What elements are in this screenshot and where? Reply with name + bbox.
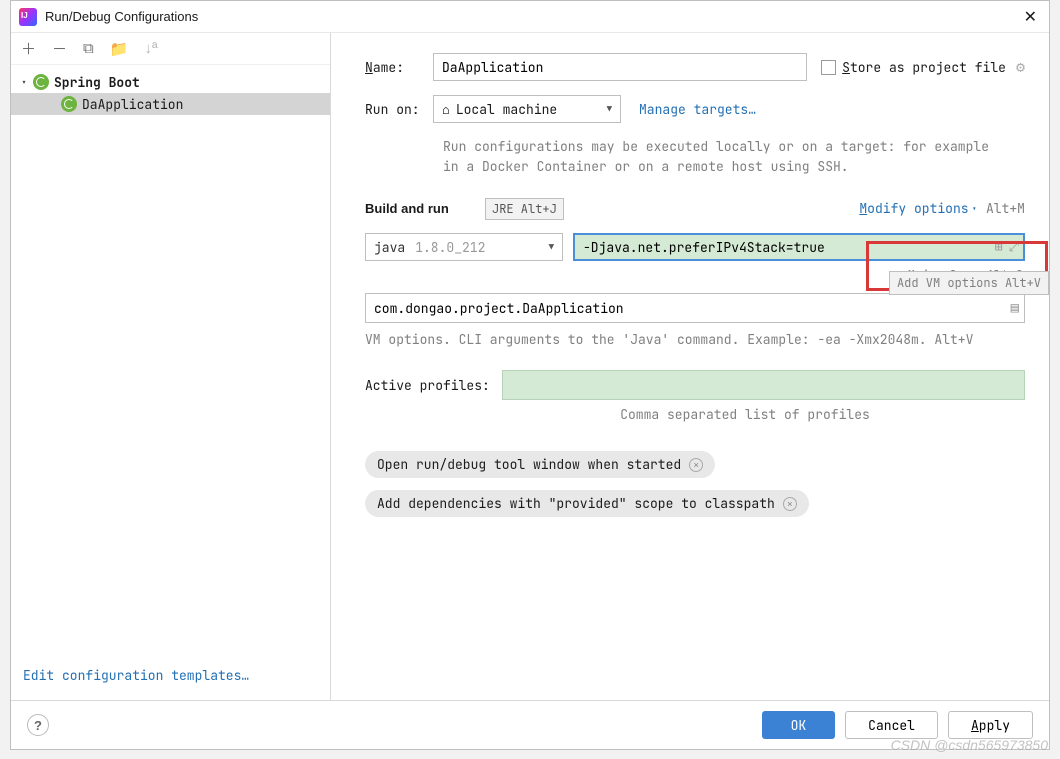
- jdk-version: 1.8.0_212: [415, 239, 485, 256]
- cancel-button[interactable]: Cancel: [845, 711, 938, 739]
- vm-options-input[interactable]: [573, 233, 1025, 261]
- build-run-header: Build and run JRE Alt+J Modify options ▾…: [365, 200, 1025, 217]
- add-vm-options-tooltip: Add VM options Alt+V: [889, 271, 1049, 295]
- chip-remove-icon[interactable]: ✕: [689, 458, 703, 472]
- chevron-down-icon: ▼: [549, 241, 554, 253]
- run-on-hint: Run configurations may be executed local…: [443, 137, 1003, 176]
- vm-options-hint: VM options. CLI arguments to the 'Java' …: [365, 331, 1025, 348]
- main-panel: Name: Store as project file ⚙ Run on: ⌂ …: [331, 33, 1049, 700]
- edit-templates-link[interactable]: Edit configuration templates…: [11, 659, 330, 692]
- dialog-footer: ? OK Cancel Apply: [11, 700, 1049, 749]
- store-as-project-file[interactable]: Store as project file ⚙: [821, 57, 1025, 77]
- copy-icon[interactable]: ⧉: [83, 40, 94, 57]
- chevron-down-icon: ▾: [972, 203, 977, 215]
- name-label: Name:: [365, 59, 433, 76]
- spring-boot-icon: [61, 96, 77, 112]
- jre-tooltip: JRE Alt+J: [485, 198, 564, 220]
- active-profiles-label: Active profiles:: [365, 377, 490, 394]
- run-debug-dialog: Run/Debug Configurations ✕ ＋ － ⧉ 📁 ↓ª ▾ …: [10, 0, 1050, 750]
- tree-group-label: Spring Boot: [54, 74, 140, 91]
- run-on-row: Run on: ⌂ Local machine ▼ Manage targets…: [365, 95, 1025, 123]
- list-icon[interactable]: ▤: [1011, 299, 1019, 317]
- jdk-name: java: [374, 239, 405, 256]
- apply-button[interactable]: Apply: [948, 711, 1033, 739]
- store-label: Store as project file: [842, 59, 1006, 76]
- sort-icon[interactable]: ↓ª: [144, 40, 157, 57]
- ok-button[interactable]: OK: [762, 711, 836, 739]
- sidebar: ＋ － ⧉ 📁 ↓ª ▾ Spring Boot DaApplication E…: [11, 33, 331, 700]
- close-icon[interactable]: ✕: [1020, 7, 1041, 27]
- main-class-input[interactable]: [365, 293, 1025, 323]
- modify-options-link[interactable]: Modify options ▾ Alt+M: [859, 200, 1025, 217]
- active-profiles-row: Active profiles:: [365, 370, 1025, 400]
- home-icon: ⌂: [442, 101, 450, 118]
- name-row: Name: Store as project file ⚙: [365, 53, 1025, 81]
- folder-icon[interactable]: 📁: [110, 40, 129, 58]
- remove-icon[interactable]: －: [52, 38, 67, 59]
- modify-options-label: Modify options: [859, 200, 968, 217]
- fullscreen-icon[interactable]: ⤢: [1009, 238, 1019, 255]
- content-area: ＋ － ⧉ 📁 ↓ª ▾ Spring Boot DaApplication E…: [11, 33, 1049, 700]
- tree-item-label: DaApplication: [82, 96, 183, 113]
- active-profiles-hint: Comma separated list of profiles: [365, 406, 1025, 423]
- sidebar-toolbar: ＋ － ⧉ 📁 ↓ª: [11, 33, 330, 65]
- main-class-wrap: ▤: [365, 293, 1025, 323]
- name-input[interactable]: [433, 53, 807, 81]
- expand-arrow-icon[interactable]: ▾: [21, 76, 33, 89]
- chevron-down-icon: ▼: [607, 103, 612, 115]
- manage-targets-link[interactable]: Manage targets…: [639, 101, 756, 118]
- gear-icon[interactable]: ⚙: [1016, 57, 1025, 77]
- spring-boot-icon: [33, 74, 49, 90]
- build-run-title: Build and run: [365, 201, 449, 216]
- tree-group-spring-boot[interactable]: ▾ Spring Boot: [11, 71, 330, 93]
- config-tree: ▾ Spring Boot DaApplication: [11, 65, 330, 659]
- vm-field-icons: ⊞ ⤢: [995, 238, 1019, 255]
- chip-remove-icon[interactable]: ✕: [783, 497, 797, 511]
- store-checkbox[interactable]: [821, 60, 836, 75]
- chip-label: Add dependencies with "provided" scope t…: [377, 495, 775, 512]
- jdk-dropdown[interactable]: java 1.8.0_212 ▼: [365, 233, 563, 261]
- jdk-vm-row: java 1.8.0_212 ▼ ⊞ ⤢: [365, 233, 1025, 261]
- intellij-icon: [19, 8, 37, 26]
- active-profiles-input[interactable]: [502, 370, 1025, 400]
- run-on-value: Local machine: [456, 101, 557, 118]
- modify-shortcut: Alt+M: [986, 200, 1025, 217]
- expand-icon[interactable]: ⊞: [995, 238, 1003, 255]
- option-chip-provided-scope[interactable]: Add dependencies with "provided" scope t…: [365, 490, 809, 517]
- option-chip-open-tool-window[interactable]: Open run/debug tool window when started …: [365, 451, 715, 478]
- add-icon[interactable]: ＋: [21, 38, 36, 59]
- chip-label: Open run/debug tool window when started: [377, 456, 681, 473]
- window-title: Run/Debug Configurations: [45, 9, 1020, 24]
- run-on-label: Run on:: [365, 101, 433, 118]
- help-icon[interactable]: ?: [27, 714, 49, 736]
- titlebar: Run/Debug Configurations ✕: [11, 1, 1049, 33]
- run-on-dropdown[interactable]: ⌂ Local machine ▼: [433, 95, 621, 123]
- tree-item-daapplication[interactable]: DaApplication: [11, 93, 330, 115]
